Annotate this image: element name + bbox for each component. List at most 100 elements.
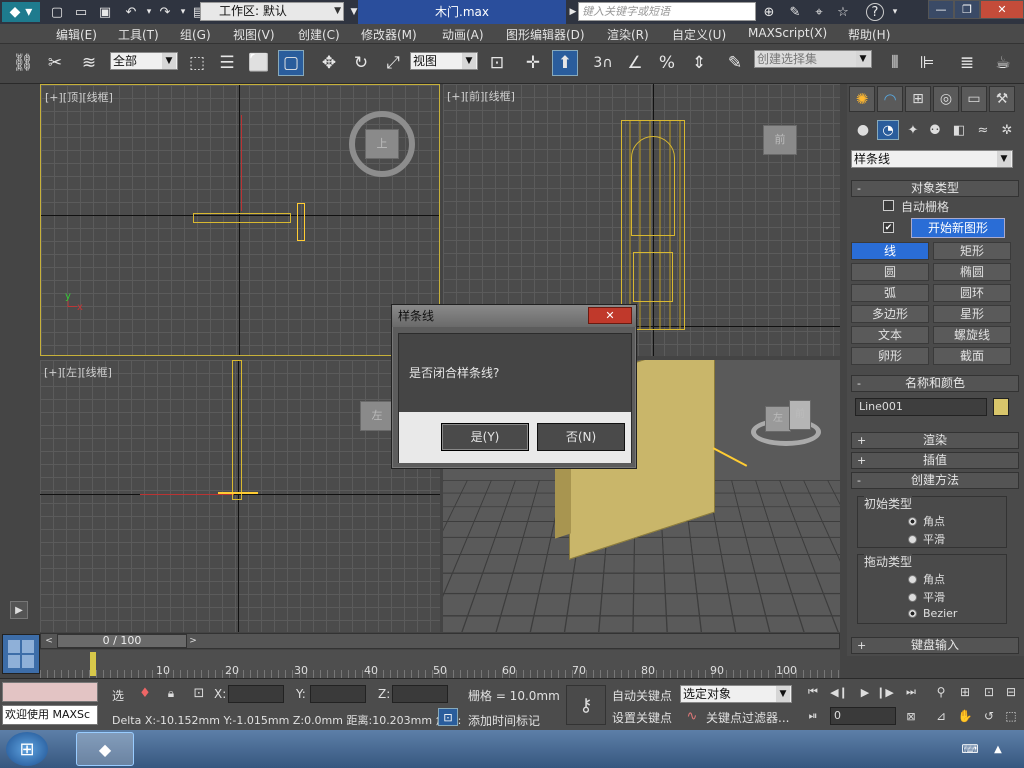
display-tab-icon[interactable]: ▭ [961,86,987,112]
search-input[interactable]: 键入关键字或短语 [578,2,756,21]
rollout-creation-method[interactable]: - 创建方法 [851,472,1019,489]
rollout-object-type[interactable]: - 对象类型 [851,180,1019,197]
move-icon[interactable]: ✥ [316,50,342,76]
menu-maxscript[interactable]: MAXScript(X) [748,26,827,40]
save-file-icon[interactable]: ▣ [96,3,114,21]
shape-egg-button[interactable]: 卵形 [851,347,929,365]
time-slider-next-icon[interactable]: > [187,634,199,648]
communication-center-icon[interactable]: ⌖ [810,3,828,21]
maximize-button[interactable]: ❐ [954,0,980,19]
key-filters-button[interactable]: 关键点过滤器... [706,709,789,726]
rectangular-selection-icon[interactable]: ⬜ [246,50,272,76]
category-dropdown[interactable]: 样条线 ▼ [851,150,1013,168]
bind-spacewarp-icon[interactable]: ≋ [76,50,102,76]
helpers-icon[interactable]: ◧ [949,120,969,140]
named-selection-set-dropdown[interactable]: 创建选择集 ▼ [754,50,872,68]
render-setup-icon[interactable]: ☕ [990,50,1016,76]
maxscript-listener-mini[interactable] [2,682,98,702]
binoculars-icon[interactable]: ⊕ [760,3,778,21]
orbit-icon[interactable]: ↺ [980,707,998,725]
menu-create[interactable]: 创建(C) [298,26,340,43]
shape-circle-button[interactable]: 圆 [851,263,929,281]
start-new-shape-checkbox[interactable]: ✔ [883,222,894,233]
mirror-icon[interactable]: ⫴ [882,50,908,76]
y-coord-input[interactable] [310,685,366,703]
app-menu-button[interactable]: ◆ ▾ [2,2,40,22]
drag-bezier-radio[interactable]: Bezier [908,607,957,620]
rollout-name-color[interactable]: - 名称和颜色 [851,375,1019,392]
hierarchy-tab-icon[interactable]: ⊞ [905,86,931,112]
cameras-icon[interactable]: ⚉ [925,120,945,140]
lights-icon[interactable]: ✦ [903,120,923,140]
link-icon[interactable]: ⛓ [10,50,36,76]
dialog-no-button[interactable]: 否(N) [537,423,625,451]
open-file-icon[interactable]: ▭ [72,3,90,21]
drag-smooth-radio[interactable]: 平滑 [908,589,945,605]
shape-arc-button[interactable]: 弧 [851,284,929,302]
play-icon[interactable]: ▶ [856,683,874,701]
select-by-name-icon[interactable]: ☰ [214,50,240,76]
field-of-view-icon[interactable]: ⊿ [932,707,950,725]
menu-tools[interactable]: 工具(T) [118,26,159,43]
z-coord-input[interactable] [392,685,448,703]
shape-ellipse-button[interactable]: 椭圆 [933,263,1011,281]
shapes-icon[interactable]: ◔ [877,120,899,140]
close-window-button[interactable]: ✕ [980,0,1024,19]
initial-corner-radio[interactable]: 角点 [908,513,945,529]
track-bar[interactable]: 10 20 30 40 50 60 70 80 90 100 [40,650,840,678]
keyboard-icon[interactable]: ⌨ [960,740,980,758]
keyboard-shortcut-override-icon[interactable]: ⬆ [552,50,578,76]
scale-icon[interactable]: ⤢ [380,50,406,76]
shape-rectangle-button[interactable]: 矩形 [933,242,1011,260]
rollout-keyboard-entry[interactable]: + 键盘输入 [851,637,1019,654]
create-tab-icon[interactable]: ✺ [849,86,875,112]
percent-snap-icon[interactable]: % [654,50,680,76]
shape-text-button[interactable]: 文本 [851,326,929,344]
new-file-icon[interactable]: ▢ [48,3,66,21]
selection-filter-dropdown[interactable]: 全部 ▼ [110,52,178,70]
spinner-snap-icon[interactable]: ⇕ [686,50,712,76]
viewport-label-left[interactable]: [+][左][线框] [44,364,112,380]
next-frame-icon[interactable]: ❙▶ [876,683,894,701]
help-icon[interactable]: ? [866,3,884,21]
viewcube-front[interactable]: 前 [743,120,817,160]
shape-donut-button[interactable]: 圆环 [933,284,1011,302]
menu-customize[interactable]: 自定义(U) [672,26,726,43]
start-button[interactable]: ⊞ [6,732,48,766]
menu-views[interactable]: 视图(V) [233,26,275,43]
subscription-icon[interactable]: ✎ [786,3,804,21]
dialog-yes-button[interactable]: 是(Y) [441,423,529,451]
reference-coordinate-dropdown[interactable]: 视图 ▼ [410,52,478,70]
taskbar-app-3dsmax[interactable]: ◆ [76,732,134,766]
menu-modifiers[interactable]: 修改器(M) [361,26,417,43]
align-icon[interactable]: ⊫ [914,50,940,76]
unlink-icon[interactable]: ✂ [42,50,68,76]
current-frame-input[interactable]: 0 [830,707,896,725]
dialog-close-button[interactable]: ✕ [588,307,632,324]
geometry-icon[interactable]: ● [853,120,873,140]
time-configuration-icon[interactable]: ⊠ [902,707,920,725]
isolate-icon[interactable]: ♦ [136,683,154,703]
time-slider-thumb[interactable]: 0 / 100 [57,634,187,648]
menu-group[interactable]: 组(G) [180,26,211,43]
select-object-icon[interactable]: ⬚ [184,50,210,76]
start-new-shape-button[interactable]: 开始新图形 [911,218,1005,238]
viewport-left[interactable]: [+][左][线框] 左 [40,360,440,632]
viewcube-top[interactable]: 上 [349,111,415,177]
workspace-dropdown[interactable]: 工作区: 默认 ▼ [200,2,344,21]
menu-graph-editors[interactable]: 图形编辑器(D) [506,26,585,43]
object-name-input[interactable]: Line001 [855,398,987,416]
zoom-extents-icon[interactable]: ⊡ [980,683,998,701]
time-tag-icon[interactable]: ⊡ [438,708,458,726]
viewport-label-front[interactable]: [+][前][线框] [447,88,515,104]
tray-arrow-icon[interactable]: ▲ [990,740,1006,758]
viewport-label-top[interactable]: [+][顶][线框] [45,89,113,105]
set-key-button[interactable]: 设置关键点 [612,709,672,726]
shape-helix-button[interactable]: 螺旋线 [933,326,1011,344]
select-manipulate-icon[interactable]: ✛ [520,50,546,76]
time-slider[interactable]: < 0 / 100 > [40,633,840,649]
shape-ngon-button[interactable]: 多边形 [851,305,929,323]
object-color-swatch[interactable] [993,398,1009,416]
menu-help[interactable]: 帮助(H) [848,26,890,43]
go-to-start-icon[interactable]: ⏮ [804,683,822,701]
